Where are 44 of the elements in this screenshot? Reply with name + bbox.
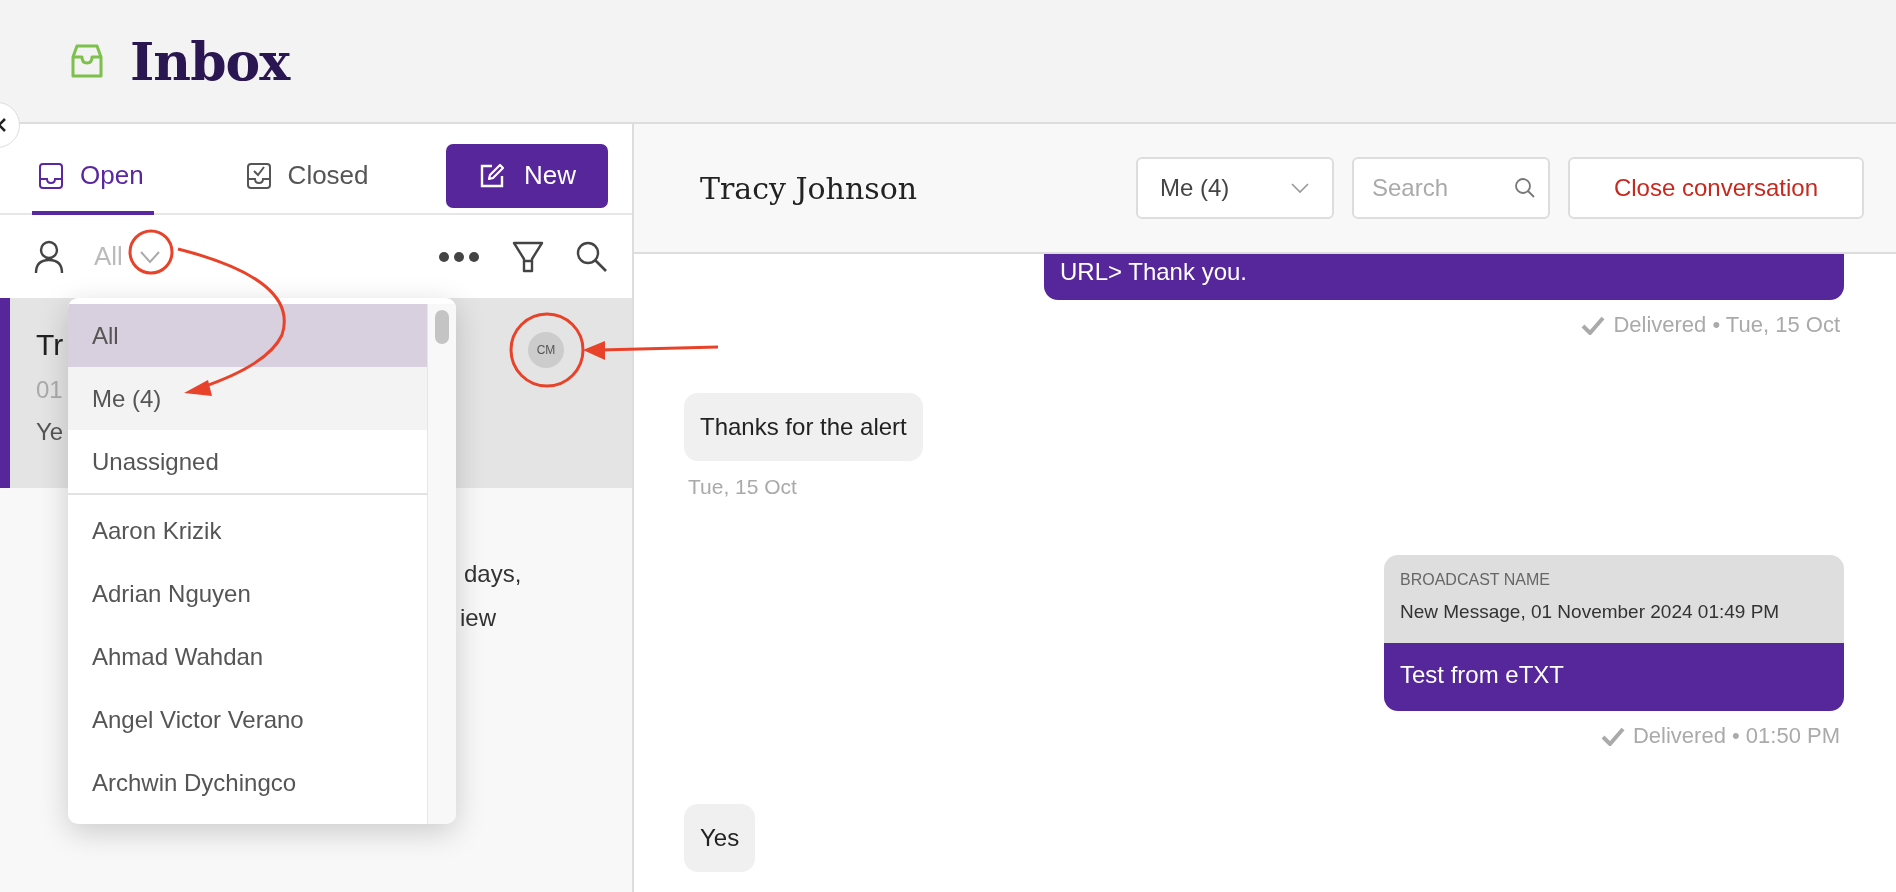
check-icon — [1600, 726, 1625, 746]
tray-icon — [38, 161, 64, 190]
broadcast-label: BROADCAST NAME — [1400, 571, 1551, 589]
message-text: days, — [464, 560, 523, 588]
dropdown-option[interactable]: All — [68, 304, 427, 367]
message-text: Test from eTXT — [1384, 643, 1844, 711]
filter-icon[interactable] — [512, 240, 544, 273]
delivery-status: Delivered • Tue, 15 Oct — [1613, 312, 1840, 338]
contact-name: Tr — [36, 328, 64, 362]
dropdown-option[interactable]: Unassigned — [68, 430, 427, 493]
incoming-message: Yes — [684, 804, 756, 872]
dropdown-option[interactable]: Angel Victor Verano — [68, 688, 427, 751]
new-button[interactable]: New — [446, 143, 608, 208]
search-icon — [1514, 177, 1536, 199]
page-title: Inbox — [130, 30, 290, 92]
dropdown-option[interactable]: Ahmad Wahdan — [68, 625, 427, 688]
avatar: CM — [528, 332, 564, 368]
scrollbar[interactable] — [427, 304, 456, 824]
message-preview: Ye — [36, 418, 64, 446]
search-icon[interactable] — [576, 240, 608, 273]
person-icon[interactable] — [34, 239, 64, 274]
message-time: Tue, 15 Oct — [688, 475, 797, 499]
delivery-status: Delivered • 01:50 PM — [1632, 723, 1840, 749]
dropdown-option[interactable]: Archwin Dychingco — [68, 751, 427, 814]
inbox-tray-icon — [70, 43, 104, 79]
incoming-message: Thanks for the alert — [684, 393, 923, 461]
dropdown-option[interactable]: Adrian Nguyen — [68, 562, 427, 625]
assignee-select[interactable]: Me (4) — [1136, 157, 1334, 219]
edit-icon — [478, 161, 506, 190]
tray-icon — [245, 161, 272, 190]
conversation-date: 01 — [36, 376, 64, 404]
check-icon — [1581, 315, 1606, 335]
chevron-down-icon — [1290, 182, 1310, 194]
conversation-title: Tracy Johnson — [700, 170, 918, 206]
close-conversation-button[interactable]: Close conversation — [1568, 157, 1864, 219]
message-text: iew — [460, 604, 497, 632]
broadcast-name: New Message, 01 November 2024 01:49 PM — [1400, 601, 1781, 623]
search-field[interactable]: Search — [1352, 157, 1550, 219]
dropdown-option[interactable]: Aaron Krizik — [68, 499, 427, 562]
dropdown-option[interactable]: Me (4) — [68, 367, 427, 430]
outgoing-message: URL> Thank you. — [1044, 254, 1844, 300]
more-icon[interactable] — [438, 250, 480, 263]
annotation-circle — [128, 229, 174, 275]
tab[interactable]: Closed — [239, 160, 379, 215]
